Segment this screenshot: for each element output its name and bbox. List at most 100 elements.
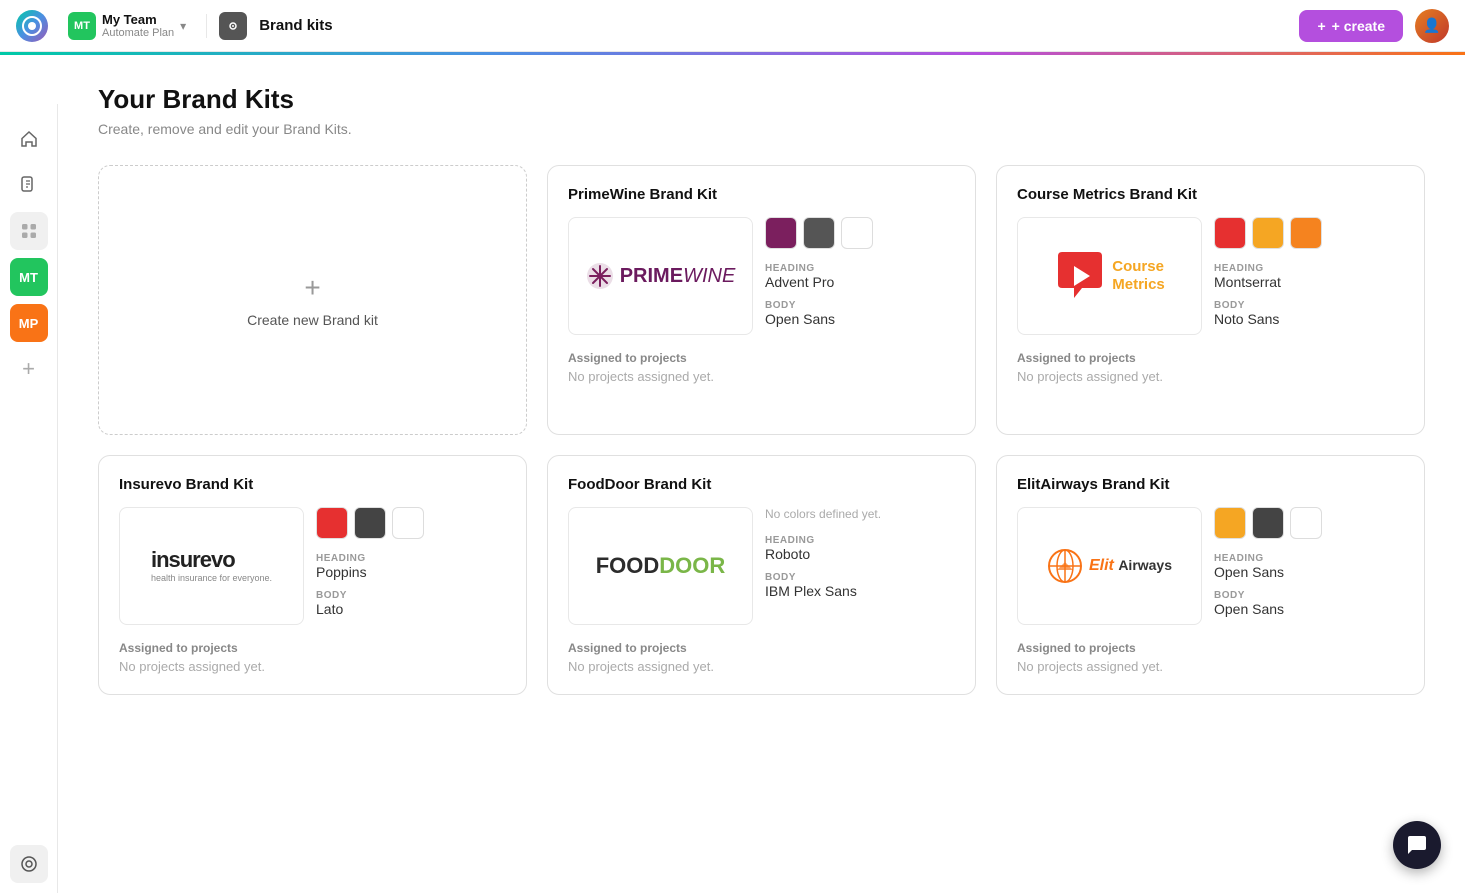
elitairways-body-section: BODY Open Sans (1214, 590, 1404, 617)
elitairways-assigned-title: Assigned to projects (1017, 641, 1404, 655)
page-title: Brand kits (259, 17, 332, 34)
elitairways-colors (1214, 507, 1404, 539)
sidebar-item-files[interactable] (10, 166, 48, 204)
sidebar-item-my-team[interactable]: MT (10, 258, 48, 296)
top-gradient-bar (0, 52, 1465, 55)
chevron-down-icon: ▾ (180, 19, 186, 33)
primewine-kit-card[interactable]: PrimeWine Brand Kit PRIMEWINE (547, 165, 976, 435)
elitairways-color-2 (1252, 507, 1284, 539)
coursemetrics-logo-text: Course Metrics (1112, 258, 1165, 294)
elitairways-kit-title: ElitAirways Brand Kit (1017, 476, 1404, 493)
sidebar-bottom (10, 845, 48, 893)
team-info: My Team Automate Plan (102, 12, 174, 39)
elitairways-globe-icon (1047, 548, 1083, 584)
fooddoor-assigned-title: Assigned to projects (568, 641, 955, 655)
create-plus-icon: + (304, 272, 320, 304)
insurevo-assigned-title: Assigned to projects (119, 641, 506, 655)
team-plan: Automate Plan (102, 27, 174, 39)
insurevo-kit-preview: insurevo health insurance for everyone. … (119, 507, 506, 625)
coursemetrics-color-2 (1252, 217, 1284, 249)
elitairways-logo-text: Elit Airways (1089, 557, 1172, 575)
brand-kits-grid: + Create new Brand kit PrimeWine Brand K… (98, 165, 1425, 695)
sidebar-item-brand-kits[interactable] (10, 845, 48, 883)
topbar-right: + + create 👤 (1299, 9, 1449, 43)
insurevo-color-2 (354, 507, 386, 539)
fooddoor-kit-card[interactable]: FoodDoor Brand Kit FOODDOOR No colors de… (547, 455, 976, 695)
sidebar-item-my-projects[interactable]: MP (10, 304, 48, 342)
page-icon (219, 12, 247, 40)
insurevo-logo-box: insurevo health insurance for everyone. (119, 507, 304, 625)
primewine-kit-title: PrimeWine Brand Kit (568, 186, 955, 203)
primewine-logo-text: PRIMEWINE (620, 265, 736, 288)
coursemetrics-colors (1214, 217, 1404, 249)
fooddoor-kit-title: FoodDoor Brand Kit (568, 476, 955, 493)
primewine-color-3 (841, 217, 873, 249)
elitairways-body-label: BODY (1214, 590, 1404, 601)
elitairways-color-3 (1290, 507, 1322, 539)
fooddoor-logo-box: FOODDOOR (568, 507, 753, 625)
coursemetrics-logo-box: Course Metrics (1017, 217, 1202, 335)
coursemetrics-kit-preview: Course Metrics HEADING Montserrat (1017, 217, 1404, 335)
fooddoor-assigned-text: No projects assigned yet. (568, 659, 955, 674)
fooddoor-kit-preview: FOODDOOR No colors defined yet. HEADING … (568, 507, 955, 625)
sidebar-item-home[interactable] (10, 120, 48, 158)
team-selector[interactable]: MT My Team Automate Plan ▾ (60, 8, 194, 44)
insurevo-body-label: BODY (316, 590, 506, 601)
page-subtitle: Create, remove and edit your Brand Kits. (98, 121, 1425, 137)
coursemetrics-kit-meta: HEADING Montserrat BODY Noto Sans (1214, 217, 1404, 335)
primewine-kit-preview: PRIMEWINE HEADING Advent Pro (568, 217, 955, 335)
coursemetrics-kit-title: Course Metrics Brand Kit (1017, 186, 1404, 203)
primewine-color-2 (803, 217, 835, 249)
elitairways-kit-preview: Elit Airways HEADING Open Sans (1017, 507, 1404, 625)
coursemetrics-logo-icon (1054, 250, 1106, 302)
coursemetrics-heading-label: HEADING (1214, 263, 1404, 274)
primewine-logo-box: PRIMEWINE (568, 217, 753, 335)
coursemetrics-assigned-title: Assigned to projects (1017, 351, 1404, 365)
insurevo-body-section: BODY Lato (316, 590, 506, 617)
fooddoor-body-section: BODY IBM Plex Sans (765, 572, 955, 599)
elitairways-kit-card[interactable]: ElitAirways Brand Kit (996, 455, 1425, 695)
insurevo-kit-card[interactable]: Insurevo Brand Kit insurevo health insur… (98, 455, 527, 695)
elitairways-heading-label: HEADING (1214, 553, 1404, 564)
topbar: MT My Team Automate Plan ▾ Brand kits + … (0, 0, 1465, 52)
insurevo-body-font: Lato (316, 601, 506, 617)
insurevo-color-3 (392, 507, 424, 539)
insurevo-heading-section: HEADING Poppins (316, 553, 506, 580)
user-avatar[interactable]: 👤 (1415, 9, 1449, 43)
primewine-heading-section: HEADING Advent Pro (765, 263, 955, 290)
team-name: My Team (102, 12, 174, 27)
fooddoor-heading-label: HEADING (765, 535, 955, 546)
elitairways-color-1 (1214, 507, 1246, 539)
insurevo-assigned-text: No projects assigned yet. (119, 659, 506, 674)
create-new-card[interactable]: + Create new Brand kit (98, 165, 527, 435)
primewine-heading-font: Advent Pro (765, 274, 955, 290)
insurevo-kit-meta: HEADING Poppins BODY Lato (316, 507, 506, 625)
insurevo-logo-name: insurevo (151, 549, 272, 571)
fooddoor-logo-text: FOODDOOR (596, 553, 726, 579)
coursemetrics-body-section: BODY Noto Sans (1214, 300, 1404, 327)
coursemetrics-body-font: Noto Sans (1214, 311, 1404, 327)
elitairways-logo-box: Elit Airways (1017, 507, 1202, 625)
sidebar-item-add[interactable]: + (10, 350, 48, 388)
primewine-body-section: BODY Open Sans (765, 300, 955, 327)
coursemetrics-assigned-text: No projects assigned yet. (1017, 369, 1404, 384)
primewine-heading-label: HEADING (765, 263, 955, 274)
page-heading: Your Brand Kits (98, 84, 1425, 115)
primewine-kit-meta: HEADING Advent Pro BODY Open Sans (765, 217, 955, 335)
fooddoor-kit-meta: No colors defined yet. HEADING Roboto BO… (765, 507, 955, 625)
create-new-label: Create new Brand kit (247, 312, 378, 328)
primewine-colors (765, 217, 955, 249)
primewine-color-1 (765, 217, 797, 249)
coursemetrics-kit-card[interactable]: Course Metrics Brand Kit Course M (996, 165, 1425, 435)
primewine-snowflake-icon (586, 262, 614, 290)
sidebar-item-apps[interactable] (10, 212, 48, 250)
primewine-assigned-text: No projects assigned yet. (568, 369, 955, 384)
fooddoor-body-font: IBM Plex Sans (765, 583, 955, 599)
coursemetrics-heading-font: Montserrat (1214, 274, 1404, 290)
insurevo-logo-tagline: health insurance for everyone. (151, 573, 272, 583)
primewine-assigned-title: Assigned to projects (568, 351, 955, 365)
create-label: + create (1332, 18, 1385, 34)
chat-bubble[interactable] (1393, 821, 1441, 869)
create-button[interactable]: + + create (1299, 10, 1403, 42)
coursemetrics-body-label: BODY (1214, 300, 1404, 311)
